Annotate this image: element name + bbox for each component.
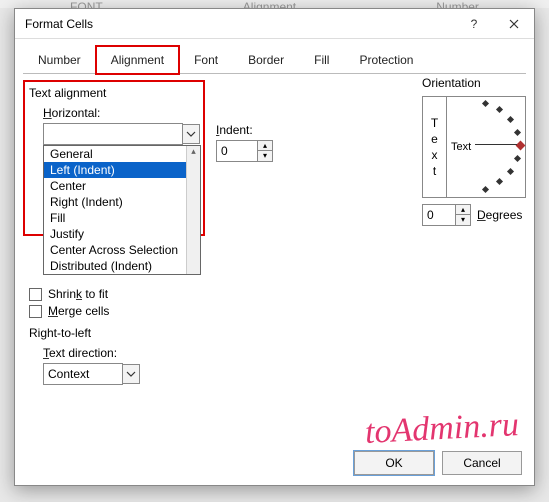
option-fill[interactable]: Fill [44, 210, 186, 226]
degrees-input[interactable] [422, 204, 456, 226]
tab-protection[interactable]: Protection [344, 46, 428, 74]
orientation-arc[interactable]: Text [447, 97, 525, 197]
cancel-button[interactable]: Cancel [442, 451, 522, 475]
tab-strip: Number Alignment Font Border Fill Protec… [23, 45, 526, 74]
option-center[interactable]: Center [44, 178, 186, 194]
tab-fill[interactable]: Fill [299, 46, 344, 74]
rtl-label: Right-to-left [29, 326, 520, 340]
dialog-body: Text alignment Horizontal: General Left … [15, 74, 534, 466]
chevron-down-icon [126, 369, 136, 379]
format-cells-dialog: Format Cells ? Number Alignment Font Bor… [14, 8, 535, 486]
dialog-title: Format Cells [25, 17, 454, 31]
tab-border[interactable]: Border [233, 46, 299, 74]
orientation-vertical-text[interactable]: Text [423, 97, 447, 197]
option-center-across[interactable]: Center Across Selection [44, 242, 186, 258]
horizontal-combo-button[interactable] [182, 124, 200, 144]
indent-spinner[interactable]: ▴▾ [216, 140, 273, 162]
indent-label: Indent: [216, 123, 273, 137]
orientation-handle[interactable] [516, 141, 526, 151]
close-icon [509, 19, 519, 29]
tab-font[interactable]: Font [179, 46, 233, 74]
dropdown-scrollbar[interactable]: ▴ [186, 146, 200, 274]
indent-up[interactable]: ▴ [258, 141, 272, 151]
option-general[interactable]: General [44, 146, 186, 162]
indent-down[interactable]: ▾ [258, 151, 272, 161]
chevron-down-icon [186, 129, 196, 139]
indent-input[interactable] [216, 140, 258, 162]
shrink-checkbox[interactable]: Shrink to fit [29, 287, 520, 301]
checkbox-icon [29, 288, 42, 301]
text-direction-combo[interactable]: Context [43, 363, 123, 385]
text-direction-combo-button[interactable] [122, 364, 140, 384]
titlebar: Format Cells ? [15, 9, 534, 39]
orientation-box: Text Text [422, 96, 526, 198]
orientation-label: Orientation [422, 76, 532, 90]
orientation-section: Orientation Text Text [422, 76, 532, 226]
option-distributed[interactable]: Distributed (Indent) [44, 258, 186, 274]
option-right-indent[interactable]: Right (Indent) [44, 194, 186, 210]
dialog-footer: OK Cancel [354, 451, 522, 475]
tab-alignment[interactable]: Alignment [96, 46, 179, 74]
ok-button[interactable]: OK [354, 451, 434, 475]
option-justify[interactable]: Justify [44, 226, 186, 242]
option-left-indent[interactable]: Left (Indent) [44, 162, 186, 178]
background-ribbon: FONTAlignmentNumber [0, 0, 549, 8]
degrees-down[interactable]: ▾ [456, 215, 470, 225]
help-button[interactable]: ? [454, 9, 494, 39]
degrees-label: Degrees [477, 208, 522, 222]
horizontal-combo[interactable] [43, 123, 183, 145]
text-direction-label: Text direction: [43, 346, 520, 360]
tab-number[interactable]: Number [23, 46, 96, 74]
horizontal-dropdown-list: General Left (Indent) Center Right (Inde… [43, 145, 201, 275]
degrees-spinner[interactable]: ▴▾ [422, 204, 471, 226]
degrees-up[interactable]: ▴ [456, 205, 470, 215]
merge-checkbox[interactable]: Merge cells [29, 304, 520, 318]
close-button[interactable] [494, 9, 534, 39]
checkbox-icon [29, 305, 42, 318]
